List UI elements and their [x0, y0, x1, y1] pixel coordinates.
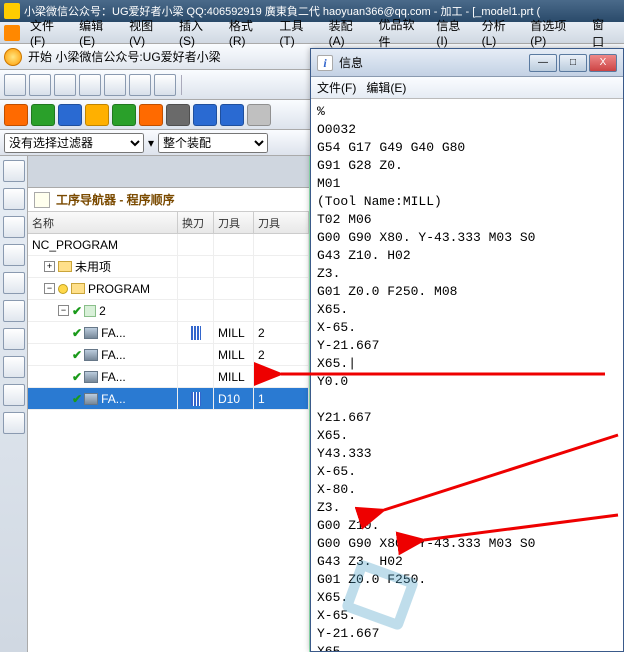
col-name[interactable]: 名称	[28, 212, 178, 233]
dock-btn-6[interactable]	[3, 300, 25, 322]
tree-row[interactable]: ✔FA...D101	[28, 388, 309, 410]
nav-header: 工序导航器 - 程序顺序	[28, 188, 309, 212]
sq-4[interactable]	[85, 104, 109, 126]
sq-10[interactable]	[247, 104, 271, 126]
col-path[interactable]: 刀具	[254, 212, 309, 233]
sq-7[interactable]	[166, 104, 190, 126]
dock-btn-1[interactable]	[3, 160, 25, 182]
close-button[interactable]: X	[589, 54, 617, 72]
dock-btn-2[interactable]	[3, 188, 25, 210]
left-dock	[0, 156, 28, 652]
menu-insert[interactable]: 插入(S)	[175, 15, 223, 50]
sq-5[interactable]	[112, 104, 136, 126]
operation-navigator: 工序导航器 - 程序顺序 名称 换刀 刀具 刀具 NC_PROGRAM+未用项−…	[28, 156, 310, 652]
nav-title: 工序导航器 - 程序顺序	[56, 191, 175, 208]
filter-select[interactable]: 没有选择过滤器	[4, 133, 144, 153]
sq-9[interactable]	[220, 104, 244, 126]
nav-gap	[28, 156, 309, 188]
tb-geom[interactable]	[104, 74, 126, 96]
menu-info[interactable]: 信息(I)	[432, 15, 475, 50]
tree-row[interactable]: ✔FA...MILL2	[28, 322, 309, 344]
dock-btn-9[interactable]	[3, 384, 25, 406]
menu-format[interactable]: 格式(R)	[225, 15, 274, 50]
info-title: 信息	[339, 54, 529, 71]
tree-row[interactable]: −PROGRAM	[28, 278, 309, 300]
sep	[181, 75, 182, 95]
tree-row[interactable]: +未用项	[28, 256, 309, 278]
info-titlebar[interactable]: i 信息 — □ X	[311, 49, 623, 77]
start-label: 开始 小梁微信公众号:UG爱好者小梁	[28, 48, 221, 65]
filter-drop-icon[interactable]: ▾	[148, 136, 154, 150]
tb-new[interactable]	[4, 74, 26, 96]
app-icon	[4, 3, 20, 19]
sq-1[interactable]	[4, 104, 28, 126]
tree-row[interactable]: ✔FA...MILL2	[28, 366, 309, 388]
info-menu: 文件(F) 编辑(E)	[311, 77, 623, 99]
menu-window[interactable]: 窗口	[588, 14, 620, 52]
menu-assembly[interactable]: 装配(A)	[325, 15, 373, 50]
max-button[interactable]: □	[559, 54, 587, 72]
info-icon: i	[317, 55, 333, 71]
tree: NC_PROGRAM+未用项−PROGRAM−✔2✔FA...MILL2✔FA.…	[28, 234, 309, 410]
min-button[interactable]: —	[529, 54, 557, 72]
dock-btn-5[interactable]	[3, 272, 25, 294]
menu-view[interactable]: 视图(V)	[125, 15, 173, 50]
sq-6[interactable]	[139, 104, 163, 126]
tree-row[interactable]: NC_PROGRAM	[28, 234, 309, 256]
tb-tool[interactable]	[79, 74, 101, 96]
menu-prefs[interactable]: 首选项(P)	[526, 15, 586, 50]
menu-tools[interactable]: 工具(T)	[275, 15, 322, 50]
col-swap[interactable]: 换刀	[178, 212, 214, 233]
dock-btn-8[interactable]	[3, 356, 25, 378]
nx-icon	[4, 25, 20, 41]
dock-btn-10[interactable]	[3, 412, 25, 434]
info-menu-file[interactable]: 文件(F)	[317, 79, 356, 96]
column-headers: 名称 换刀 刀具 刀具	[28, 212, 309, 234]
watermark	[340, 560, 420, 630]
dock-btn-4[interactable]	[3, 244, 25, 266]
tb-prog[interactable]	[54, 74, 76, 96]
col-tool[interactable]: 刀具	[214, 212, 254, 233]
sq-3[interactable]	[58, 104, 82, 126]
tree-row[interactable]: −✔2	[28, 300, 309, 322]
dock-btn-7[interactable]	[3, 328, 25, 350]
tb-method[interactable]	[129, 74, 151, 96]
scope-select[interactable]: 整个装配	[158, 133, 268, 153]
sq-2[interactable]	[31, 104, 55, 126]
start-icon[interactable]	[4, 48, 22, 66]
menu-edit[interactable]: 编辑(E)	[75, 15, 123, 50]
menu-analysis[interactable]: 分析(L)	[478, 15, 525, 50]
sq-8[interactable]	[193, 104, 217, 126]
menu-file[interactable]: 文件(F)	[26, 15, 73, 50]
tree-row[interactable]: ✔FA...MILL2	[28, 344, 309, 366]
info-menu-edit[interactable]: 编辑(E)	[366, 79, 406, 96]
tb-open[interactable]	[29, 74, 51, 96]
menu-ext[interactable]: 优品软件	[375, 14, 431, 52]
menu-bar: 文件(F) 编辑(E) 视图(V) 插入(S) 格式(R) 工具(T) 装配(A…	[0, 22, 624, 44]
dock-btn-3[interactable]	[3, 216, 25, 238]
tb-op[interactable]	[154, 74, 176, 96]
